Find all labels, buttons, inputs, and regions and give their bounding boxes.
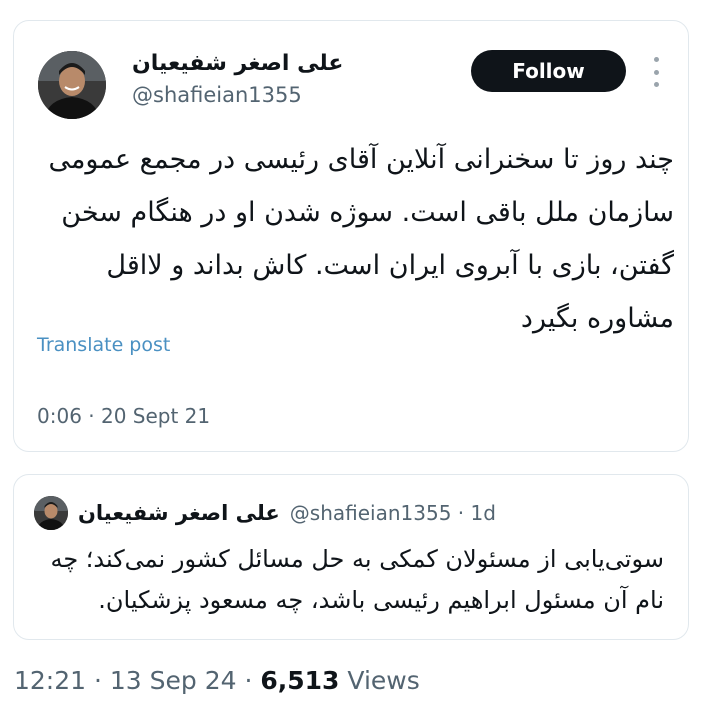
post-footer: 12:21 · 13 Sep 24 · 6,513 Views (14, 666, 420, 695)
author-avatar[interactable] (38, 51, 106, 119)
quoted-author-avatar (34, 496, 68, 530)
views-label: Views (339, 666, 420, 695)
author-name[interactable]: علی اصغر شفیعیان (132, 51, 347, 76)
quoted-tweet-header: علی اصغر شفیعیان @shafieian1355 · 1d (34, 495, 496, 531)
tweet-text: چند روز تا سخنرانی آنلاین آقای رئیسی در … (48, 144, 674, 334)
author-handle[interactable]: @shafieian1355 (132, 83, 302, 107)
tweet-card: علی اصغر شفیعیان @shafieian1355 Follow چ… (13, 20, 689, 452)
quoted-author-name: علی اصغر شفیعیان (78, 501, 280, 525)
quoted-tweet[interactable]: علی اصغر شفیعیان @shafieian1355 · 1d سوت… (13, 474, 689, 640)
more-options-icon[interactable] (650, 57, 662, 87)
quoted-tweet-text: سوتی‌یابی از مسئولان کمکی به حل مسائل کش… (50, 545, 664, 614)
follow-button[interactable]: Follow (471, 50, 626, 92)
translate-post-link[interactable]: Translate post (37, 334, 170, 356)
post-timestamp[interactable]: 12:21 · 13 Sep 24 · (14, 666, 260, 695)
quoted-author-meta: @shafieian1355 · 1d (289, 501, 496, 525)
views-count: 6,513 (260, 666, 340, 695)
tweet-timestamp[interactable]: 0:06 · 20 Sept 21 (37, 404, 210, 428)
